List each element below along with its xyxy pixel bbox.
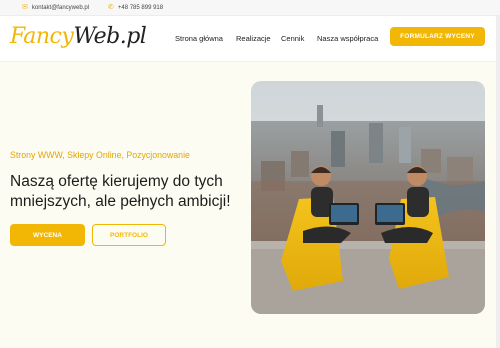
- quote-button[interactable]: WYCENA: [10, 224, 85, 246]
- hero-headline: Naszą ofertę kierujemy do tych mniejszyc…: [10, 173, 231, 210]
- mail-icon: ✉: [22, 4, 28, 11]
- hero-tagline: Strony WWW, Sklepy Online, Pozycjonowani…: [10, 150, 190, 160]
- portfolio-button[interactable]: PORTFOLIO: [92, 224, 166, 246]
- city-rooftop-illustration: [251, 81, 485, 314]
- nav-item-cooperation[interactable]: Nasza współpraca: [317, 34, 378, 43]
- scrollbar-track[interactable]: [496, 16, 500, 348]
- nav-item-portfolio[interactable]: Realizacje: [236, 34, 271, 43]
- hero-image: [251, 81, 485, 314]
- phone-contact[interactable]: ✆ +48 785 899 918: [108, 4, 163, 11]
- nav-item-home[interactable]: Strona główna: [175, 34, 223, 43]
- hero-section: Strony WWW, Sklepy Online, Pozycjonowani…: [0, 62, 500, 348]
- top-contact-bar: ✉ kontakt@fancyweb.pl ✆ +48 785 899 918: [0, 0, 500, 16]
- logo-web: Web: [73, 24, 120, 49]
- nav-item-pricing[interactable]: Cennik: [281, 34, 304, 43]
- email-text[interactable]: kontakt@fancyweb.pl: [32, 5, 89, 11]
- site-header: FancyWeb.pl Strona główna Realizacje Cen…: [0, 16, 500, 62]
- logo-fancy: Fancy: [10, 24, 74, 49]
- quote-form-button[interactable]: FORMULARZ WYCENY: [390, 27, 485, 46]
- logo-tld: .pl: [119, 24, 147, 49]
- phone-text[interactable]: +48 785 899 918: [118, 5, 163, 11]
- site-logo[interactable]: FancyWeb.pl: [10, 22, 147, 52]
- email-contact[interactable]: ✉ kontakt@fancyweb.pl: [22, 4, 89, 11]
- phone-icon: ✆: [108, 4, 114, 11]
